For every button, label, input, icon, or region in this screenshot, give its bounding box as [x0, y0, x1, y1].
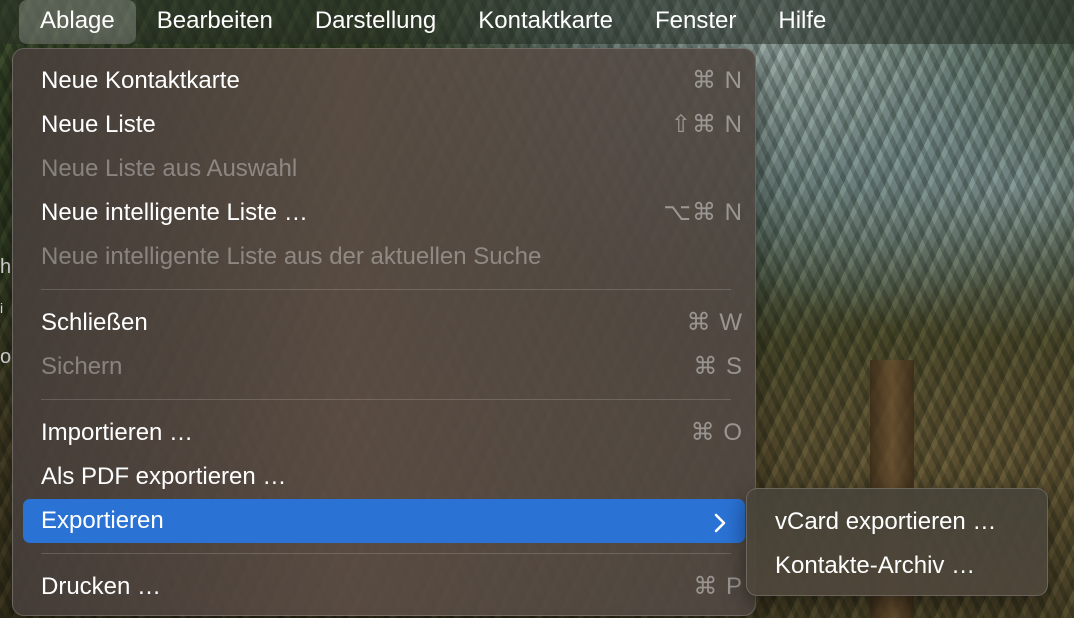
background-window-fragment: o [0, 346, 12, 368]
menu-item-label: Exportieren [41, 507, 164, 534]
submenu-item-label: Kontakte-Archiv … [775, 552, 976, 579]
chevron-right-icon [713, 499, 727, 543]
menu-item-label: Sichern [41, 353, 123, 380]
menu-separator [41, 553, 731, 554]
menu-item-drucken[interactable]: Drucken … ⌘ P [23, 565, 745, 609]
menu-item-neue-liste-aus-auswahl: Neue Liste aus Auswahl [23, 147, 745, 191]
menubar-item-darstellung[interactable]: Darstellung [294, 0, 457, 44]
menubar-item-bearbeiten[interactable]: Bearbeiten [136, 0, 294, 44]
background-window-fragment: h [0, 256, 12, 278]
menu-item-label: Neue Kontaktkarte [41, 67, 240, 94]
menu-item-neue-intelligente-liste-aus-suche: Neue intelligente Liste aus der aktuelle… [23, 235, 745, 279]
menu-item-neue-kontaktkarte[interactable]: Neue Kontaktkarte ⌘ N [23, 59, 745, 103]
background-window-fragment: i [0, 300, 4, 316]
menu-item-neue-intelligente-liste[interactable]: Neue intelligente Liste … ⌥⌘ N [23, 191, 745, 235]
menu-item-schliessen[interactable]: Schließen ⌘ W [23, 301, 745, 345]
menubar-item-kontaktkarte[interactable]: Kontaktkarte [457, 0, 634, 44]
menu-item-label: Neue intelligente Liste … [41, 199, 308, 226]
menubar-item-hilfe[interactable]: Hilfe [757, 0, 847, 44]
menu-item-label: Importieren … [41, 419, 194, 446]
menu-separator [41, 399, 731, 400]
submenu-item-label: vCard exportieren … [775, 508, 997, 535]
menu-item-label: Drucken … [41, 573, 162, 600]
menu-item-shortcut: ⇧⌘ N [670, 111, 743, 138]
menu-item-label: Neue intelligente Liste aus der aktuelle… [41, 243, 542, 270]
menu-item-als-pdf-exportieren[interactable]: Als PDF exportieren … [23, 455, 745, 499]
menu-item-label: Neue Liste aus Auswahl [41, 155, 298, 182]
menu-bar: Ablage Bearbeiten Darstellung Kontaktkar… [0, 0, 1074, 44]
menu-item-exportieren[interactable]: Exportieren [23, 499, 745, 543]
submenu-item-vcard-exportieren[interactable]: vCard exportieren … [755, 500, 1039, 544]
menu-item-shortcut: ⌘ S [693, 353, 743, 380]
menu-item-shortcut: ⌘ N [692, 67, 743, 94]
ablage-menu: Neue Kontaktkarte ⌘ N Neue Liste ⇧⌘ N Ne… [12, 48, 756, 616]
menu-item-shortcut: ⌥⌘ N [663, 199, 743, 226]
menubar-item-fenster[interactable]: Fenster [634, 0, 757, 44]
menu-item-shortcut: ⌘ O [690, 419, 743, 446]
menu-item-importieren[interactable]: Importieren … ⌘ O [23, 411, 745, 455]
menu-item-label: Neue Liste [41, 111, 156, 138]
menu-separator [41, 289, 731, 290]
menu-item-shortcut: ⌘ P [693, 573, 743, 600]
menu-item-shortcut: ⌘ W [686, 309, 743, 336]
submenu-item-kontakte-archiv[interactable]: Kontakte-Archiv … [755, 544, 1039, 588]
menu-item-sichern: Sichern ⌘ S [23, 345, 745, 389]
menu-item-neue-liste[interactable]: Neue Liste ⇧⌘ N [23, 103, 745, 147]
exportieren-submenu: vCard exportieren … Kontakte-Archiv … [746, 488, 1048, 596]
menu-item-label: Als PDF exportieren … [41, 463, 287, 490]
menubar-item-ablage[interactable]: Ablage [19, 0, 136, 44]
menu-item-label: Schließen [41, 309, 148, 336]
